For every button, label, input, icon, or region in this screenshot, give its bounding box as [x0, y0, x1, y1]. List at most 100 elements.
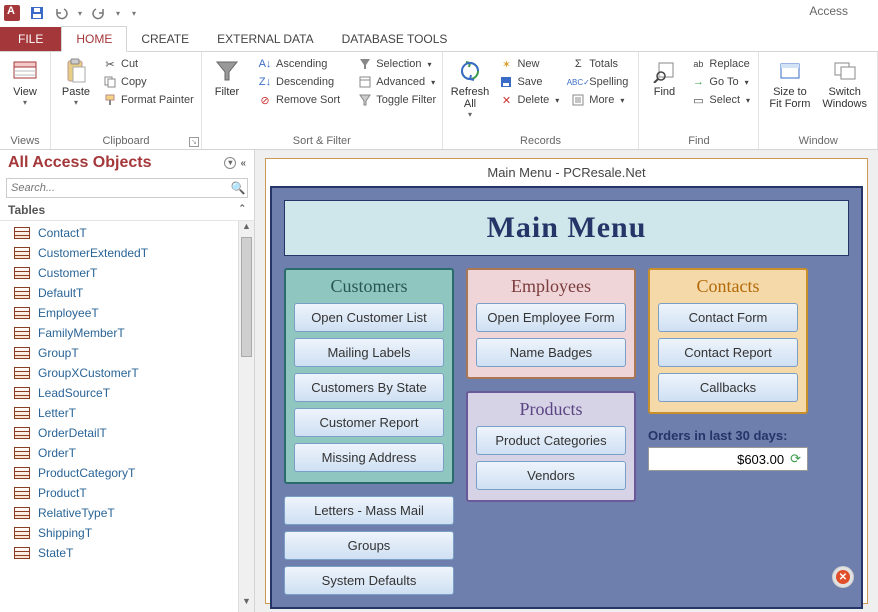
table-icon	[14, 307, 30, 319]
tables-group-header[interactable]: Tables ⌃	[0, 200, 254, 221]
customers-button[interactable]: Customer Report	[294, 408, 444, 437]
table-item[interactable]: FamilyMemberT	[0, 323, 238, 343]
products-button[interactable]: Product Categories	[476, 426, 626, 455]
nav-scrollbar[interactable]: ▲ ▼	[238, 221, 254, 612]
tab-external-data[interactable]: EXTERNAL DATA	[203, 27, 327, 51]
customers-button[interactable]: Missing Address	[294, 443, 444, 472]
extra-button[interactable]: System Defaults	[284, 566, 454, 595]
delete-button[interactable]: ✕Delete▾	[495, 92, 563, 108]
scroll-up-icon[interactable]: ▲	[239, 221, 254, 237]
more-button[interactable]: More▾	[567, 92, 632, 108]
tab-home[interactable]: HOME	[61, 26, 127, 52]
ascending-button[interactable]: A↓Ascending	[254, 56, 344, 72]
table-item[interactable]: EmployeeT	[0, 303, 238, 323]
undo-icon[interactable]	[54, 6, 68, 20]
scrollbar-track[interactable]	[239, 237, 254, 596]
nav-options-icon[interactable]: ▾	[224, 157, 236, 169]
contacts-panel: Contacts Contact FormContact ReportCallb…	[648, 268, 808, 414]
view-button[interactable]: View ▾	[6, 56, 44, 109]
select-button[interactable]: ▭Select▾	[687, 92, 754, 108]
replace-button[interactable]: abReplace	[687, 56, 754, 72]
save-icon[interactable]	[30, 6, 44, 20]
goto-button[interactable]: →Go To▾	[687, 74, 754, 90]
tab-create[interactable]: CREATE	[127, 27, 203, 51]
nav-header[interactable]: All Access Objects ▾ «	[0, 150, 254, 176]
table-icon	[14, 367, 30, 379]
table-item[interactable]: LetterT	[0, 403, 238, 423]
scroll-down-icon[interactable]: ▼	[239, 596, 254, 612]
table-item[interactable]: RelativeTypeT	[0, 503, 238, 523]
qat-customize-icon[interactable]: ▾	[132, 9, 136, 18]
nav-collapse-icon[interactable]: «	[240, 158, 246, 169]
advanced-button[interactable]: Advanced▾	[354, 74, 440, 90]
find-button[interactable]: Find	[645, 56, 683, 100]
table-item[interactable]: ContactT	[0, 223, 238, 243]
contacts-button[interactable]: Contact Report	[658, 338, 798, 367]
search-input[interactable]	[7, 182, 229, 194]
new-button[interactable]: ✶New	[495, 56, 563, 72]
scrollbar-thumb[interactable]	[241, 237, 252, 357]
table-item[interactable]: ShippingT	[0, 523, 238, 543]
select-icon: ▭	[691, 93, 705, 107]
table-item[interactable]: OrderT	[0, 443, 238, 463]
refresh-label: Refresh All	[451, 86, 490, 110]
copy-button[interactable]: Copy	[99, 74, 198, 90]
descending-button[interactable]: Z↓Descending	[254, 74, 344, 90]
table-item[interactable]: CustomerT	[0, 263, 238, 283]
clipboard-launcher-icon[interactable]: ↘	[189, 137, 199, 147]
cut-button[interactable]: ✂Cut	[99, 56, 198, 72]
size-to-fit-button[interactable]: Size to Fit Form	[765, 56, 814, 112]
remove-sort-button[interactable]: ⊘Remove Sort	[254, 92, 344, 108]
customers-button[interactable]: Mailing Labels	[294, 338, 444, 367]
extra-button[interactable]: Letters - Mass Mail	[284, 496, 454, 525]
table-item[interactable]: ProductT	[0, 483, 238, 503]
employees-button[interactable]: Open Employee Form	[476, 303, 626, 332]
chevron-down-icon: ▾	[74, 98, 78, 107]
toggle-filter-icon	[358, 93, 372, 107]
employees-button[interactable]: Name Badges	[476, 338, 626, 367]
save-record-button[interactable]: Save	[495, 74, 563, 90]
table-label: ProductCategoryT	[38, 466, 135, 480]
nav-search-box[interactable]: 🔍	[6, 178, 248, 198]
table-item[interactable]: OrderDetailT	[0, 423, 238, 443]
filter-button[interactable]: Filter	[208, 56, 246, 100]
sort-asc-icon: A↓	[258, 57, 272, 71]
table-item[interactable]: CustomerExtendedT	[0, 243, 238, 263]
tab-database-tools[interactable]: DATABASE TOOLS	[328, 27, 462, 51]
format-painter-button[interactable]: Format Painter	[99, 92, 198, 108]
group-clipboard-label: Clipboard	[57, 133, 195, 147]
find-icon	[651, 58, 677, 84]
close-form-button[interactable]: ✕	[832, 566, 854, 588]
contacts-button[interactable]: Callbacks	[658, 373, 798, 402]
totals-button[interactable]: ΣTotals	[567, 56, 632, 72]
group-find-label: Find	[645, 133, 752, 147]
undo-dropdown-icon[interactable]: ▾	[78, 9, 82, 18]
products-button[interactable]: Vendors	[476, 461, 626, 490]
paste-button[interactable]: Paste ▾	[57, 56, 95, 109]
spelling-button[interactable]: ABC✓Spelling	[567, 74, 632, 90]
table-item[interactable]: LeadSourceT	[0, 383, 238, 403]
selection-button[interactable]: Selection▾	[354, 56, 440, 72]
extra-button[interactable]: Groups	[284, 531, 454, 560]
search-icon[interactable]: 🔍	[229, 181, 247, 195]
customers-button[interactable]: Open Customer List	[294, 303, 444, 332]
switch-windows-button[interactable]: Switch Windows	[818, 56, 871, 112]
form-caption: Main Menu - PCResale.Net	[266, 159, 867, 186]
group-clipboard: Paste ▾ ✂Cut Copy Format Painter Clipboa…	[51, 52, 202, 149]
ribbon: View ▾ Views Paste ▾ ✂Cut Copy Format Pa…	[0, 52, 878, 150]
orders-refresh-icon[interactable]: ⟳	[790, 451, 801, 467]
table-item[interactable]: GroupXCustomerT	[0, 363, 238, 383]
table-item[interactable]: StateT	[0, 543, 238, 563]
table-item[interactable]: GroupT	[0, 343, 238, 363]
customers-button[interactable]: Customers By State	[294, 373, 444, 402]
redo-dropdown-icon[interactable]: ▾	[116, 9, 120, 18]
employees-panel: Employees Open Employee FormName Badges	[466, 268, 636, 379]
collapse-group-icon[interactable]: ⌃	[238, 203, 246, 217]
table-item[interactable]: DefaultT	[0, 283, 238, 303]
toggle-filter-button[interactable]: Toggle Filter	[354, 92, 440, 108]
tab-file[interactable]: FILE	[0, 27, 61, 51]
refresh-all-button[interactable]: Refresh All ▾	[449, 56, 492, 121]
contacts-button[interactable]: Contact Form	[658, 303, 798, 332]
redo-icon[interactable]	[92, 6, 106, 20]
table-item[interactable]: ProductCategoryT	[0, 463, 238, 483]
